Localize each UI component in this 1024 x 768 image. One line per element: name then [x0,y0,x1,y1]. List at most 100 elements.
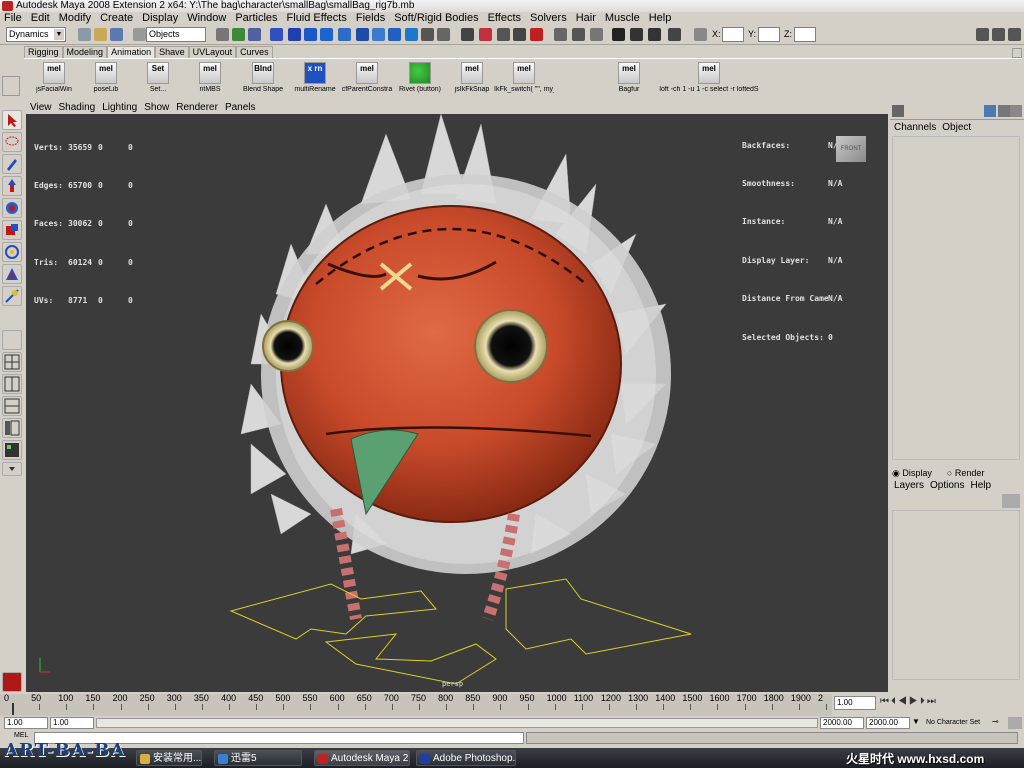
playback-start-field[interactable]: 1.00 [50,717,94,729]
step-back-icon[interactable]: ⏴ [891,696,898,707]
snap-curve-icon[interactable] [288,28,301,41]
new-layer-icon[interactable] [1002,494,1020,508]
menu-muscle[interactable]: Muscle [605,12,640,25]
layer-icon[interactable] [998,105,1010,117]
save-scene-icon[interactable] [110,28,123,41]
render-settings-icon[interactable] [497,28,510,41]
shelf-tab-modeling[interactable]: Modeling [62,46,108,58]
lock-icon[interactable] [421,28,434,41]
channel-box-toggle-icon[interactable] [648,28,661,41]
grid-icon[interactable] [1010,105,1022,117]
shelf-item-multirename[interactable]: x rn multiRename [285,62,345,98]
auto-key-icon[interactable]: ⊸ [992,717,1006,729]
open-scene-icon[interactable] [94,28,107,41]
menu-effects[interactable]: Effects [488,12,521,25]
history-icon[interactable] [356,28,369,41]
range-slider[interactable] [96,718,818,728]
magnet-icon[interactable] [530,28,543,41]
task-item-1[interactable]: 安装常用... [136,750,202,766]
shelf-tab-curves[interactable]: Curves [236,46,273,58]
menu-window[interactable]: Window [187,12,226,25]
perspective-viewport[interactable]: Verts: 35659 0 0 Edges: 65700 0 0 Faces: 30062 0… [26,114,888,692]
go-to-end-icon[interactable]: ⏭ [927,696,938,707]
layout-outliner-icon[interactable] [2,418,22,438]
panel-menu-show[interactable]: Show [144,102,169,114]
select-tool-icon[interactable] [2,110,22,130]
menu-set-dropdown[interactable]: Dynamics ▼ [6,27,66,42]
shelf-tab-shave[interactable]: Shave [155,46,189,58]
shelf-tab-animation[interactable]: Animation [107,46,156,58]
object-mode-icon[interactable] [232,28,245,41]
shelf-scroll-up-icon[interactable] [1012,48,1022,58]
radio-display[interactable]: ◉ Display [892,468,932,478]
paint-select-tool-icon[interactable] [2,154,22,174]
layer-editor-toggle-icon[interactable] [668,28,681,41]
menu-fluid-effects[interactable]: Fluid Effects [287,12,347,25]
menu-solvers[interactable]: Solvers [530,12,567,25]
current-time-indicator[interactable] [12,703,14,715]
go-to-start-icon[interactable]: ⏮ [880,696,891,707]
layout-persp-graph-icon[interactable] [2,396,22,416]
soft-modification-icon[interactable] [2,264,22,284]
selection-mask-dropdown[interactable]: Objects [146,27,206,42]
current-frame-field[interactable]: 1.00 [834,696,876,710]
y-field[interactable] [758,27,780,42]
new-scene-icon[interactable] [78,28,91,41]
layout-hypershade-icon[interactable] [2,440,22,460]
z-field[interactable] [794,27,816,42]
chevron-down-icon[interactable]: ▼ [912,717,924,729]
menu-help[interactable]: Help [649,12,672,25]
end-time-field[interactable]: 2000.00 [866,717,910,729]
menu-soft-rigid-bodies[interactable]: Soft/Rigid Bodies [394,12,478,25]
time-slider[interactable]: 0 50 100 150 200 250 300 350 400 450 500 550 600 650 7… [0,694,832,716]
shelf-item-bagfur[interactable]: mel Bagfur [599,62,659,98]
layout-dropdown-icon[interactable] [2,462,22,476]
show-channel-box-icon[interactable] [1008,28,1021,41]
step-forward-icon[interactable]: ⏵ [920,696,927,707]
menu-hair[interactable]: Hair [576,12,596,25]
component-mode-icon[interactable] [248,28,261,41]
layer-menu-layers[interactable]: Layers [894,480,924,491]
render-globe-icon[interactable] [405,28,418,41]
radio-render[interactable]: ○ Render [947,468,984,478]
shelf-item-loft[interactable]: mel loft -ch 1 -u 1 -c select -r loftedS [654,62,764,98]
layer-menu-help[interactable]: Help [970,480,991,491]
panel-menu-panels[interactable]: Panels [225,102,256,114]
render-current-icon[interactable] [461,28,474,41]
menu-edit[interactable]: Edit [31,12,50,25]
menu-fields[interactable]: Fields [356,12,385,25]
move-tool-icon[interactable] [2,176,22,196]
panel-menu-lighting[interactable]: Lighting [102,102,137,114]
shelf-tab-uvlayout[interactable]: UVLayout [188,46,237,58]
help-query-icon[interactable] [388,28,401,41]
universal-manipulator-icon[interactable] [2,242,22,262]
layout-two-icon[interactable] [2,374,22,394]
playback-end-field[interactable]: 2000.00 [820,717,864,729]
menu-file[interactable]: File [4,12,22,25]
menu-display[interactable]: Display [142,12,178,25]
shelf-item-ikfk-switch[interactable]: mel IkFk_switch( "", my_AnmCopyWi [494,62,554,98]
menu-create[interactable]: Create [100,12,133,25]
panel-menu-shading[interactable]: Shading [59,102,96,114]
selection-mode-icon[interactable] [133,28,146,41]
shelf-tab-rigging[interactable]: Rigging [24,46,63,58]
layout-four-icon[interactable] [2,352,22,372]
menu-particles[interactable]: Particles [235,12,277,25]
input-line-icon[interactable] [554,28,567,41]
graph-editor-icon[interactable] [590,28,603,41]
ipr-render-icon[interactable] [479,28,492,41]
x-field[interactable] [722,27,744,42]
start-time-field[interactable]: 1.00 [4,717,48,729]
snap-grid-icon[interactable] [270,28,283,41]
shelf-item-cfparentconstra[interactable]: mel cfParentConstra [337,62,397,98]
channel-box-tab-object[interactable]: Object [942,122,971,134]
shelf-item-poselib[interactable]: mel poseLib [76,62,136,98]
show-attribute-editor-icon[interactable] [976,28,989,41]
attribute-editor-icon[interactable] [612,28,625,41]
panel-menu-renderer[interactable]: Renderer [176,102,218,114]
snap-point-icon[interactable] [304,28,317,41]
rotate-tool-icon[interactable] [2,198,22,218]
layout-single-icon[interactable] [2,330,22,350]
shelf-item-jsfacialwin[interactable]: mel jsFacialWin [24,62,84,98]
input-ops-icon[interactable] [372,28,385,41]
